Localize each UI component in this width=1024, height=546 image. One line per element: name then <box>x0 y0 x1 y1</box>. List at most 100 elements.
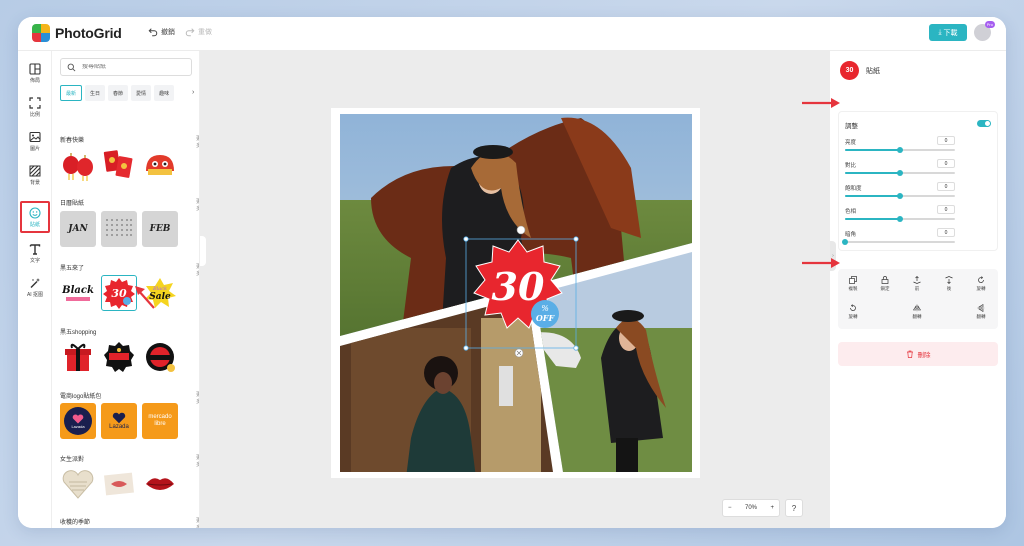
resize-handle-tl[interactable] <box>463 236 469 242</box>
sticker-lazada-orange[interactable]: Lazada <box>101 403 137 439</box>
bottom-right-photo-cell[interactable] <box>531 248 700 478</box>
black-friday-badge-icon <box>104 342 134 372</box>
sticker-mercado-libre[interactable]: mercado libre <box>142 403 178 439</box>
sticker-red-envelopes[interactable] <box>101 147 137 183</box>
sticker-black-friday-text[interactable]: Black <box>60 275 96 311</box>
user-avatar[interactable]: Pro <box>974 21 995 41</box>
collapse-panel-handle[interactable] <box>200 236 206 266</box>
nav-sticker[interactable]: 貼紙 <box>20 201 50 233</box>
annotation-arrow-icon <box>802 258 840 268</box>
adjust-title: 調整 <box>845 123 858 130</box>
lock-button[interactable]: 鎖定 <box>872 273 898 295</box>
slider-track[interactable] <box>845 216 955 222</box>
category-next-icon[interactable]: › <box>192 89 194 96</box>
redo-button[interactable]: 重做 <box>185 27 212 37</box>
download-button[interactable]: ⤓ 下載 <box>929 24 967 41</box>
slider-value-input[interactable]: 0 <box>937 205 955 214</box>
sticker-row: Black 30 Black Sale <box>60 275 178 311</box>
nav-ai-cutout[interactable]: AI 抠图 <box>20 271 50 303</box>
adjust-slider[interactable]: 亮度 0 <box>845 136 991 160</box>
sticker-calendar-feb[interactable]: FEB <box>142 211 178 247</box>
slider-track[interactable] <box>845 193 955 199</box>
layout-icon <box>29 62 41 75</box>
zoom-value: 70% <box>744 505 757 511</box>
section-title: 黑五來了 <box>60 266 85 272</box>
collage-photo[interactable]: 30 % OFF <box>331 108 700 478</box>
zoom-in-button[interactable]: + <box>770 505 774 511</box>
bring-forward-button[interactable]: 前 <box>904 273 930 295</box>
category-tab-latest[interactable]: 最新 <box>60 85 83 101</box>
section-title: 新春快樂 <box>60 138 85 144</box>
collage-canvas[interactable]: 30 % OFF <box>331 108 700 478</box>
slider-value-input[interactable]: 0 <box>937 136 955 145</box>
adjust-slider[interactable]: 暗角 0 <box>842 228 991 252</box>
send-backward-button[interactable]: 後 <box>936 273 962 295</box>
slider-value-input[interactable]: 0 <box>937 228 955 237</box>
pink-ribbon <box>66 297 90 301</box>
sticker-gift-box[interactable] <box>60 339 96 375</box>
slider-knob[interactable] <box>897 193 903 199</box>
zoom-out-button[interactable]: − <box>728 505 732 511</box>
resize-handle-br[interactable] <box>573 345 579 351</box>
adjust-section: 調整 亮度 0 對比 0 飽和度 0 色相 0 暗角 0 <box>838 111 998 251</box>
resize-handle-bl[interactable] <box>463 345 469 351</box>
rotate-button[interactable]: 旋轉 <box>968 273 994 295</box>
sticker-lanterns[interactable] <box>60 147 96 183</box>
panel-title: 貼紙 <box>866 68 880 75</box>
bring-forward-label: 前 <box>914 286 920 291</box>
rotate-left-button[interactable]: 旋轉 <box>840 301 866 323</box>
slider-knob[interactable] <box>897 170 903 176</box>
nav-sticker-label: 貼紙 <box>29 221 40 228</box>
nav-ratio[interactable]: 比例 <box>20 91 50 123</box>
category-tab-birthday[interactable]: 生日 <box>85 85 106 101</box>
nav-background[interactable]: 背景 <box>20 159 50 191</box>
slider-track[interactable] <box>845 170 955 176</box>
slider-value-input[interactable]: 0 <box>937 159 955 168</box>
sticker-paper-lips[interactable] <box>101 466 137 502</box>
help-button[interactable]: ? <box>785 499 803 517</box>
flip-horizontal-button[interactable]: 翻轉 <box>904 301 930 323</box>
sticker-lion-dance[interactable] <box>142 147 178 183</box>
nav-text[interactable]: 文字 <box>20 237 50 269</box>
section-title: 電商logo貼紙包 <box>60 394 102 400</box>
slider-track[interactable] <box>842 239 955 245</box>
category-tab-new-year[interactable]: 春節 <box>108 85 129 101</box>
undo-button[interactable]: 撤銷 <box>148 27 175 37</box>
adjust-slider[interactable]: 飽和度 0 <box>845 182 991 206</box>
slider-fill <box>845 195 900 197</box>
sticker-search[interactable] <box>60 58 192 76</box>
annotation-arrow-icon <box>135 286 155 309</box>
slider-value-input[interactable]: 0 <box>937 182 955 191</box>
search-input[interactable] <box>82 64 182 70</box>
sticker-red-lips[interactable] <box>142 466 178 502</box>
photogrid-logo[interactable] <box>32 24 50 42</box>
brand-name: PhotoGrid <box>55 25 122 41</box>
nav-layout[interactable]: 佈局 <box>20 57 50 89</box>
adjust-toggle[interactable] <box>977 120 991 127</box>
lazada-logo-text: Lazada <box>71 423 85 429</box>
category-tab-fun[interactable]: 趣味 <box>154 85 175 101</box>
delete-button[interactable]: 刪除 <box>838 342 998 366</box>
slider-knob[interactable] <box>897 216 903 222</box>
copy-button[interactable]: 複製 <box>840 273 866 295</box>
category-tab-love[interactable]: 愛情 <box>131 85 152 101</box>
sticker-black-friday-badge[interactable] <box>101 339 137 375</box>
sticker-paper-heart[interactable] <box>60 466 96 502</box>
slider-track[interactable] <box>845 147 955 153</box>
slider-knob[interactable] <box>897 147 903 153</box>
sticker-friday-sale-circle[interactable] <box>142 339 178 375</box>
slider-knob[interactable] <box>842 239 848 245</box>
resize-handle-tr[interactable] <box>573 236 579 242</box>
slider-fill <box>845 218 900 220</box>
slider-label: 飽和度 <box>845 186 862 192</box>
calendar-grid-icon <box>106 219 132 236</box>
sticker-calendar-grid[interactable] <box>101 211 137 247</box>
adjust-slider[interactable]: 對比 0 <box>845 159 991 183</box>
sticker-calendar-jan[interactable]: JAN <box>60 211 96 247</box>
adjust-slider[interactable]: 色相 0 <box>845 205 991 229</box>
rotate-handle-icon[interactable] <box>516 225 526 235</box>
nav-image[interactable]: 圖片 <box>20 125 50 157</box>
flip-vertical-button[interactable]: 翻轉 <box>968 301 994 323</box>
sticker-lazada-dark[interactable]: Lazada <box>60 403 96 439</box>
canvas-workspace: 30 % OFF − 70% + ? <box>200 51 830 528</box>
